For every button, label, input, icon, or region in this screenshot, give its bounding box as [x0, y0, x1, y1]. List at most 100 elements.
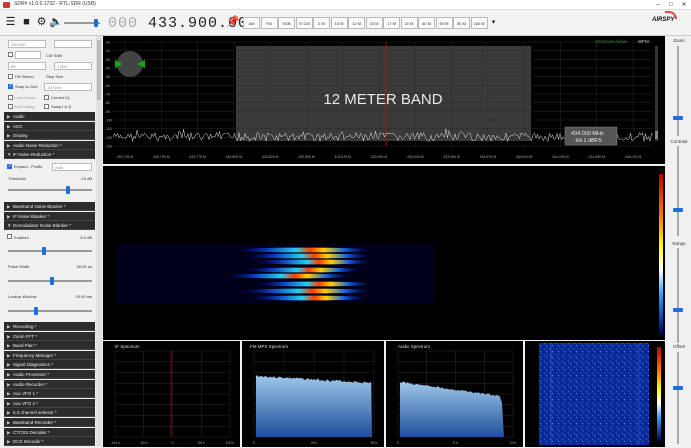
section-header[interactable]: ▶ IF Noise Blanker *: [4, 211, 95, 221]
left-scrollbar-thumb[interactable]: [97, 40, 101, 100]
spectrum-analyzer[interactable]: 12 METER BAND -10 -20 -30 -40 -50 -60 -70 -80 -9…: [103, 36, 665, 164]
profile-select[interactable]: Auto: [52, 163, 92, 171]
cw-checkbox[interactable]: [8, 52, 13, 57]
snap-checkbox[interactable]: [8, 83, 13, 89]
expand-checkbox[interactable]: [7, 163, 12, 169]
waterfall-display[interactable]: [103, 166, 665, 340]
cw-input[interactable]: [15, 51, 41, 59]
section-header[interactable]: ▶ Recording *: [4, 322, 95, 331]
correct-iq-checkbox[interactable]: [44, 95, 49, 100]
fm-mpx-spectrum-panel[interactable]: FM MPX Spectrum 0 25 k 50 k: [242, 341, 384, 447]
band-button[interactable]: 20 M: [400, 17, 418, 29]
section-header[interactable]: ▶ AGC: [4, 121, 95, 131]
range-label: Range: [672, 241, 686, 246]
section-header[interactable]: ▶ Baseband Noise Blanker *: [4, 202, 95, 211]
contrast-track[interactable]: [677, 146, 679, 236]
section-header[interactable]: ▶ Band Plan *: [4, 341, 95, 351]
section-header[interactable]: ▶ DCS Decoder *: [4, 437, 95, 447]
menu-icon[interactable]: ☰: [4, 16, 17, 29]
band-button[interactable]: 17 M: [383, 17, 400, 29]
section-title: Frequency Manager *: [13, 352, 57, 358]
section-header[interactable]: ▼ IF Noise Reduction *: [4, 150, 95, 160]
shift-input[interactable]: 1.000: [54, 62, 92, 70]
section-header[interactable]: ▶ Audio Noise Reduction *: [4, 140, 95, 150]
section-title: Signal Diagnostics *: [13, 362, 54, 368]
left-scrollbar[interactable]: [96, 36, 102, 446]
pulse-width-slider[interactable]: [8, 277, 92, 285]
chevron-down-icon[interactable]: ▾: [487, 16, 500, 29]
nb-threshold-slider[interactable]: [8, 247, 92, 255]
section-header[interactable]: ▶ Frequency Manager *: [4, 350, 95, 360]
band-button[interactable]: AM: [243, 17, 260, 29]
range-track[interactable]: [677, 248, 679, 343]
if-spectrum-panel[interactable]: IF Spectrum -100 k -50 k 0 50 k 100 k: [103, 341, 240, 447]
tick-label: 0: [397, 441, 399, 445]
band-button[interactable]: 12 M: [348, 17, 365, 29]
section-header[interactable]: ▼ Demodulator Noise Blanker *: [4, 221, 95, 231]
pulse-width-label: Pulse Width: [8, 264, 30, 269]
filter-bandwidth-input[interactable]: 100.000: [8, 40, 46, 48]
spectrum-scroll-thumb[interactable]: [655, 131, 658, 139]
nb-threshold-knob[interactable]: [42, 247, 46, 255]
fm-stereo-checkbox[interactable]: [8, 74, 13, 79]
audio-spectrum-panel[interactable]: Audio Spectrum 0 5 k 10 k: [386, 341, 523, 447]
y-tick-label: -100: [105, 119, 112, 123]
y-tick-label: -120: [105, 136, 112, 140]
zoom-track[interactable]: [677, 46, 679, 136]
anti-fading-checkbox[interactable]: [8, 104, 13, 109]
threshold-knob[interactable]: [66, 186, 70, 194]
threshold-slider[interactable]: [8, 186, 92, 194]
section-header[interactable]: ▶ Aux VFO 2 *: [4, 398, 95, 408]
volume-knob[interactable]: [94, 19, 98, 27]
section-header[interactable]: ▶ Audio Recorder *: [4, 379, 95, 389]
section-header[interactable]: ▶ Signal Diagnostics *: [4, 360, 95, 370]
step-size-select[interactable]: 100 kHz: [44, 83, 92, 91]
band-button[interactable]: 160 M: [470, 17, 488, 29]
lookup-window-slider[interactable]: [8, 307, 92, 315]
contrast-label: Contrast: [670, 139, 688, 144]
band-button[interactable]: 15 M: [365, 17, 383, 29]
pulse-width-knob[interactable]: [50, 277, 54, 285]
section-title: Baseband Noise Blanker *: [13, 204, 66, 209]
contrast-knob[interactable]: [673, 208, 683, 212]
section-header[interactable]: ▶ Display: [4, 131, 95, 141]
maximize-button[interactable]: □: [665, 0, 677, 10]
section-header[interactable]: ▶ Audio: [4, 112, 95, 121]
signal-burst: [233, 247, 373, 253]
section-header[interactable]: ▶ Aux VFO 1 *: [4, 389, 95, 399]
frequency-value: 433.900.000: [148, 15, 259, 32]
section-header[interactable]: ▶ Baseband Recorder *: [4, 418, 95, 427]
band-button[interactable]: 40 M: [418, 17, 435, 29]
band-button[interactable]: FM: [260, 17, 278, 29]
offset-knob[interactable]: [673, 386, 683, 390]
band-button[interactable]: SSB: [278, 17, 295, 29]
iq-waterfall-panel[interactable]: [525, 341, 665, 447]
band-button[interactable]: 70 CM: [295, 17, 313, 29]
section-header[interactable]: ▶ ILS channel selector *: [4, 408, 95, 418]
zoom-knob[interactable]: [673, 116, 683, 120]
range-knob[interactable]: [673, 308, 683, 312]
stop-icon[interactable]: ■: [20, 16, 33, 29]
enabled-checkbox[interactable]: [7, 234, 12, 239]
band-button[interactable]: 60 M: [435, 17, 453, 29]
swap-iq-checkbox[interactable]: [44, 104, 49, 109]
order-input[interactable]: [54, 40, 92, 48]
squelch-input[interactable]: 69: [8, 62, 46, 70]
anti-fading-label: Anti-Fading: [14, 104, 35, 109]
volume-slider[interactable]: [64, 19, 100, 27]
section-title: Audio Recorder *: [13, 381, 48, 387]
gear-icon[interactable]: ⚙: [35, 16, 48, 29]
band-button[interactable]: 10 M: [330, 17, 348, 29]
offset-track[interactable]: [677, 352, 679, 444]
minimize-button[interactable]: –: [652, 0, 664, 10]
close-button[interactable]: ✕: [678, 0, 690, 10]
band-button[interactable]: 80 M: [453, 17, 470, 29]
speaker-icon[interactable]: 🔈: [49, 16, 63, 29]
section-header[interactable]: ▶ Audio Processor *: [4, 370, 95, 379]
lookup-window-knob[interactable]: [34, 307, 38, 315]
band-button[interactable]: 2 M: [313, 17, 330, 29]
lock-carrier-checkbox[interactable]: [8, 95, 13, 100]
pin-icon[interactable]: 📌: [226, 16, 240, 29]
section-header[interactable]: ▶ Zoom FFT *: [4, 331, 95, 341]
section-header[interactable]: ▶ CTCSS Decoder *: [4, 427, 95, 437]
